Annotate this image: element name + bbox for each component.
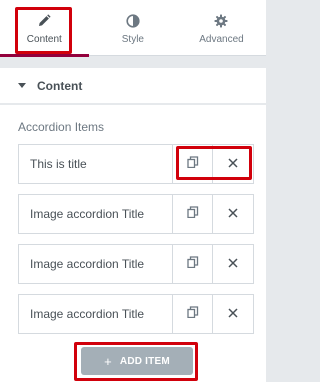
remove-button[interactable] bbox=[213, 295, 253, 333]
accordion-item[interactable]: Image accordion Title bbox=[18, 194, 254, 234]
add-item-button[interactable]: + ADD ITEM bbox=[81, 347, 193, 375]
copy-icon bbox=[186, 305, 199, 323]
duplicate-button[interactable] bbox=[173, 195, 213, 233]
copy-icon bbox=[186, 155, 199, 173]
gear-icon bbox=[213, 13, 229, 29]
tab-advanced[interactable]: Advanced bbox=[177, 0, 266, 56]
caret-down-icon bbox=[18, 83, 26, 88]
duplicate-button[interactable] bbox=[173, 245, 213, 283]
tab-advanced-label: Advanced bbox=[199, 34, 244, 45]
copy-icon bbox=[186, 255, 199, 273]
accordion-item-title[interactable]: Image accordion Title bbox=[19, 195, 173, 233]
remove-button[interactable] bbox=[213, 195, 253, 233]
tab-style[interactable]: Style bbox=[89, 0, 178, 56]
close-icon bbox=[228, 155, 238, 173]
half-circle-icon bbox=[125, 13, 141, 29]
accordion-item-title[interactable]: Image accordion Title bbox=[19, 245, 173, 283]
accordion-item-title[interactable]: Image accordion Title bbox=[19, 295, 173, 333]
duplicate-button[interactable] bbox=[173, 295, 213, 333]
tab-content[interactable]: Content bbox=[0, 0, 89, 57]
section-toggle-content[interactable]: Content bbox=[0, 68, 266, 104]
section-title: Content bbox=[37, 78, 83, 93]
panel-tabs: Content Style Advanced bbox=[0, 0, 266, 57]
accordion-item[interactable]: Image accordion Title bbox=[18, 294, 254, 334]
remove-button[interactable] bbox=[213, 245, 253, 283]
close-icon bbox=[228, 205, 238, 223]
close-icon bbox=[228, 255, 238, 273]
plus-icon: + bbox=[104, 353, 112, 369]
close-icon bbox=[228, 305, 238, 323]
tab-style-label: Style bbox=[121, 34, 144, 45]
add-item-label: ADD ITEM bbox=[119, 355, 170, 367]
accordion-item[interactable]: This is title bbox=[18, 144, 254, 184]
pencil-icon bbox=[36, 13, 52, 29]
accordion-item-title[interactable]: This is title bbox=[19, 145, 173, 183]
tab-content-label: Content bbox=[26, 34, 62, 45]
repeater-label: Accordion Items bbox=[18, 120, 105, 134]
remove-button[interactable] bbox=[213, 145, 253, 183]
duplicate-button[interactable] bbox=[173, 145, 213, 183]
accordion-item[interactable]: Image accordion Title bbox=[18, 244, 254, 284]
copy-icon bbox=[186, 205, 199, 223]
